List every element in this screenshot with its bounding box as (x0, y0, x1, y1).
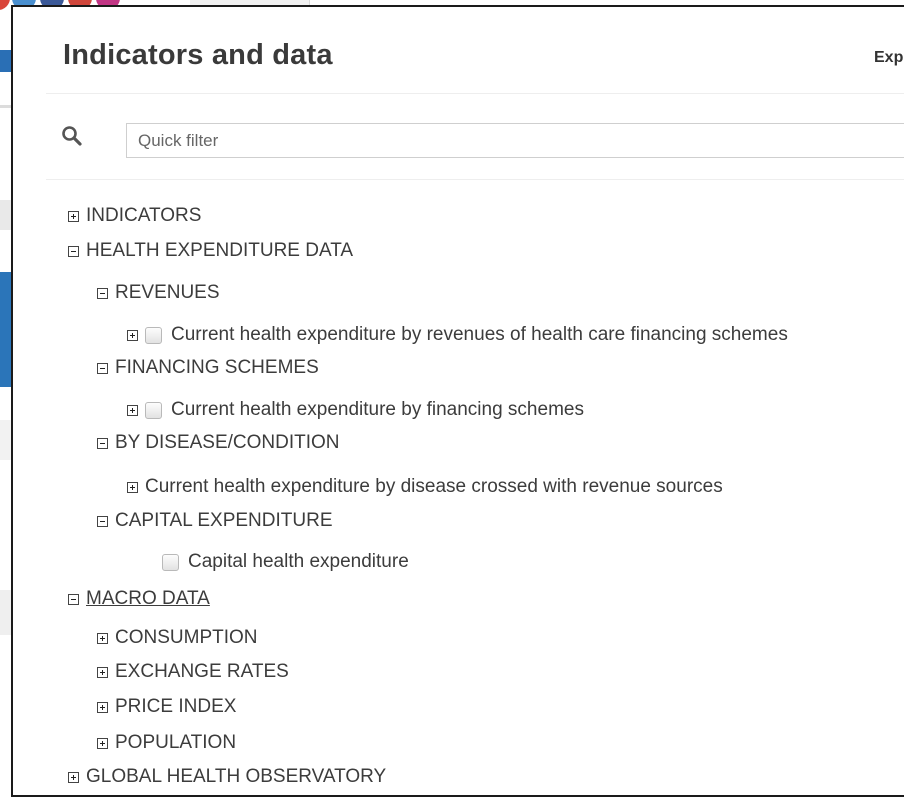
node-label: HEALTH EXPENDITURE DATA (86, 240, 354, 261)
collapse-icon[interactable] (97, 437, 108, 449)
tree-node-health-expenditure[interactable]: HEALTH EXPENDITURE DATA (68, 240, 353, 262)
item-label: Current health expenditure by revenues o… (171, 324, 788, 345)
expand-icon[interactable] (127, 404, 138, 416)
export-button[interactable]: Exp (874, 49, 903, 67)
expand-icon[interactable] (68, 771, 79, 783)
title-divider (46, 93, 904, 94)
tree-item-revenues-schemes[interactable]: Current health expenditure by revenues o… (127, 324, 788, 346)
indicators-dialog: Indicators and data Exp INDICATORS HEALT… (11, 5, 904, 797)
node-label: REVENUES (115, 282, 220, 303)
search-icon (62, 126, 82, 146)
tree-node-revenues[interactable]: REVENUES (97, 282, 220, 304)
search-divider (46, 179, 904, 180)
social-icon-red (0, 0, 10, 10)
collapse-icon[interactable] (68, 593, 79, 605)
tree-node-price-index[interactable]: PRICE INDEX (97, 696, 236, 718)
tree-node-consumption[interactable]: CONSUMPTION (97, 627, 258, 649)
expand-icon[interactable] (97, 701, 108, 713)
collapse-icon[interactable] (68, 245, 79, 257)
item-checkbox[interactable] (145, 326, 162, 344)
tree-item-disease-revenue[interactable]: Current health expenditure by disease cr… (127, 476, 723, 498)
tree-item-financing-schemes[interactable]: Current health expenditure by financing … (127, 399, 584, 421)
item-label: Capital health expenditure (188, 551, 409, 572)
node-label: CONSUMPTION (115, 627, 258, 648)
expand-icon[interactable] (127, 329, 138, 341)
node-label: CAPITAL EXPENDITURE (115, 510, 333, 531)
node-label: FINANCING SCHEMES (115, 357, 319, 378)
node-label: GLOBAL HEALTH OBSERVATORY (86, 766, 387, 787)
collapse-icon[interactable] (97, 287, 108, 299)
tree-node-population[interactable]: POPULATION (97, 732, 236, 754)
tree-node-macro-data[interactable]: MACRO DATA (68, 588, 210, 610)
expand-icon[interactable] (68, 210, 79, 222)
collapse-icon[interactable] (97, 362, 108, 374)
quick-filter-input[interactable] (126, 123, 904, 158)
tree-node-exchange-rates[interactable]: EXCHANGE RATES (97, 661, 289, 683)
tree-node-by-disease[interactable]: BY DISEASE/CONDITION (97, 432, 340, 454)
tree-node-financing-schemes[interactable]: FINANCING SCHEMES (97, 357, 319, 379)
expand-icon[interactable] (97, 737, 108, 749)
item-checkbox[interactable] (145, 401, 162, 419)
node-label: INDICATORS (86, 205, 202, 226)
node-label: EXCHANGE RATES (115, 661, 289, 682)
collapse-icon[interactable] (97, 515, 108, 527)
item-label: Current health expenditure by disease cr… (145, 476, 723, 497)
tree-node-indicators[interactable]: INDICATORS (68, 205, 201, 227)
expand-icon[interactable] (127, 481, 138, 493)
node-label[interactable]: MACRO DATA (86, 588, 210, 610)
dialog-title: Indicators and data (63, 39, 333, 71)
item-checkbox[interactable] (162, 553, 179, 571)
expand-icon[interactable] (97, 632, 108, 644)
node-label: POPULATION (115, 732, 237, 753)
node-label: BY DISEASE/CONDITION (115, 432, 340, 453)
item-label: Current health expenditure by financing … (171, 399, 584, 420)
tree-node-capital-expenditure[interactable]: CAPITAL EXPENDITURE (97, 510, 333, 532)
expand-icon[interactable] (97, 666, 108, 678)
tree-item-capital-health[interactable]: Capital health expenditure (162, 551, 409, 573)
tree-node-global-health-observatory[interactable]: GLOBAL HEALTH OBSERVATORY (68, 766, 386, 788)
node-label: PRICE INDEX (115, 696, 237, 717)
